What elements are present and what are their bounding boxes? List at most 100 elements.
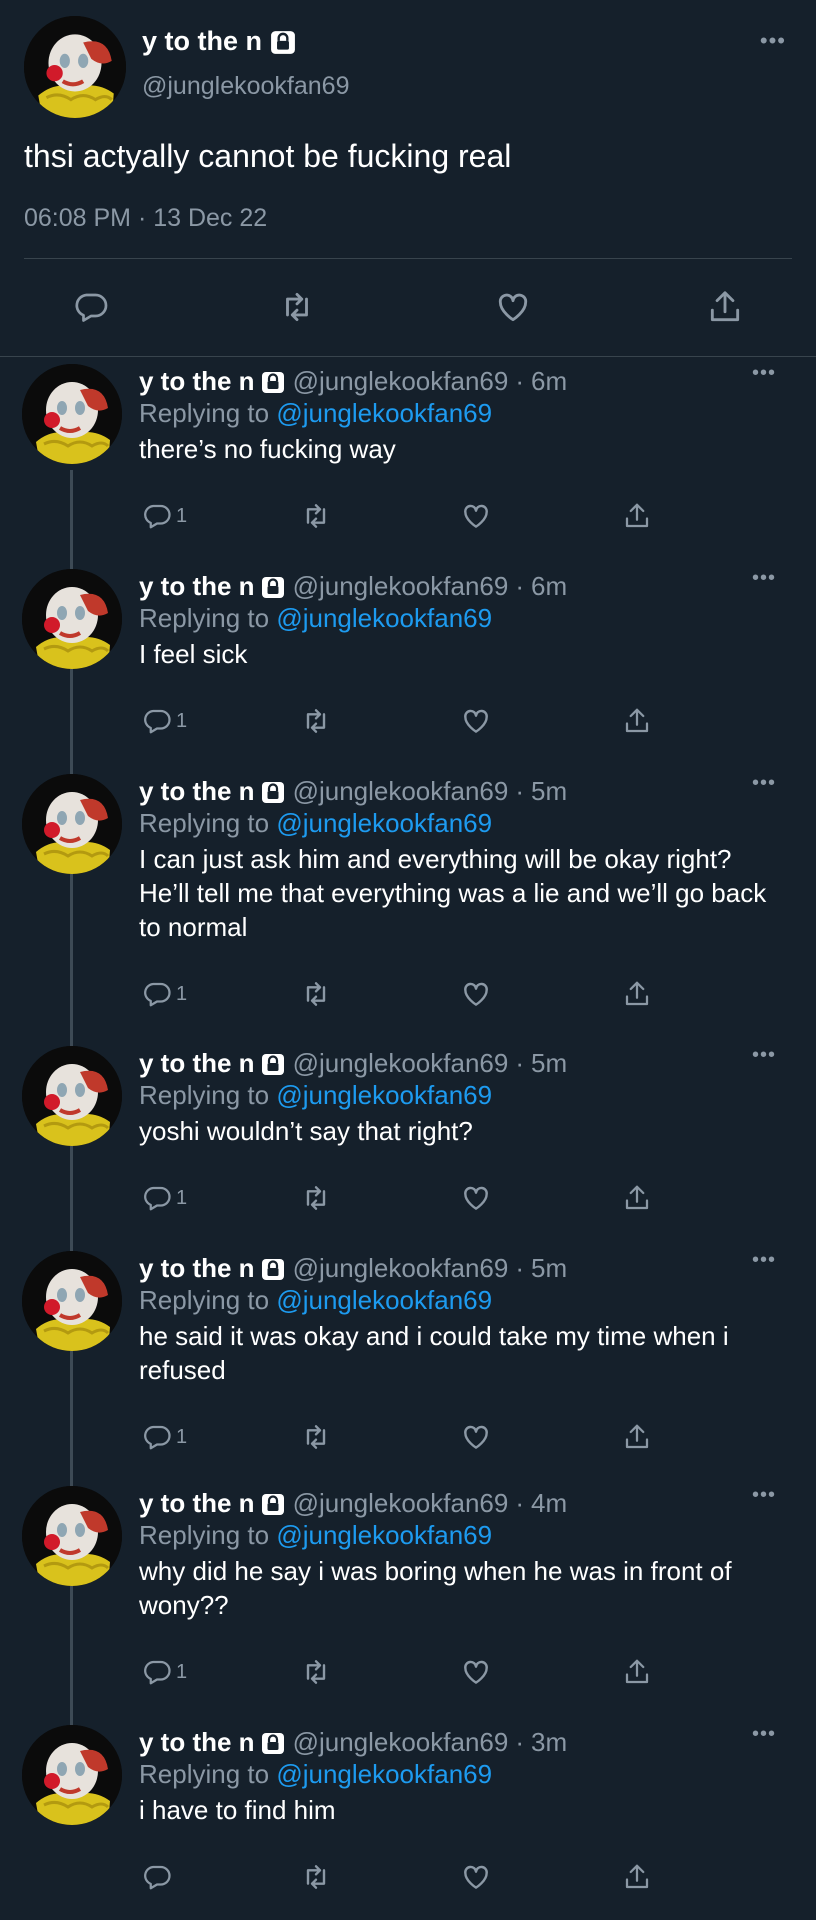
reply-tweet[interactable]: y to the n @junglekookfan69 · 5m ••• Rep… [0, 1243, 816, 1450]
retweet-button[interactable] [300, 1178, 332, 1218]
display-name[interactable]: y to the n [139, 366, 255, 397]
reply-button[interactable]: 1 [142, 1178, 187, 1218]
replying-to: Replying to @junglekookfan69 [139, 1285, 492, 1316]
more-icon[interactable]: ••• [752, 1724, 776, 1744]
more-icon[interactable]: ••• [752, 568, 776, 588]
retweet-button[interactable] [300, 1857, 332, 1897]
share-button[interactable] [622, 1178, 652, 1218]
reply-tweet[interactable]: y to the n @junglekookfan69 · 3m ••• Rep… [0, 1717, 816, 1917]
reply-button[interactable]: 1 [142, 1652, 187, 1692]
clown-avatar-icon [24, 16, 126, 118]
like-button[interactable] [460, 701, 492, 741]
tweet-text: I can just ask him and everything will b… [139, 844, 767, 942]
lock-icon [261, 1731, 285, 1755]
avatar[interactable] [22, 1251, 122, 1351]
retweet-button[interactable] [300, 496, 332, 536]
share-button[interactable] [622, 701, 652, 741]
more-icon[interactable]: ••• [760, 30, 786, 52]
like-button[interactable] [460, 974, 492, 1014]
display-name[interactable]: y to the n [139, 1488, 255, 1519]
more-icon[interactable]: ••• [752, 1045, 776, 1065]
like-button[interactable] [460, 1857, 492, 1897]
handle[interactable]: @junglekookfan69 [293, 776, 509, 807]
avatar[interactable] [22, 364, 122, 464]
replying-to-handle[interactable]: @junglekookfan69 [276, 808, 492, 838]
reply-button[interactable] [142, 1857, 176, 1897]
reply-button[interactable] [66, 282, 116, 332]
timestamp[interactable]: 5m [531, 1048, 567, 1079]
avatar[interactable] [22, 1725, 122, 1825]
like-button[interactable] [460, 496, 492, 536]
replying-to-label: Replying to [139, 1285, 270, 1315]
display-name[interactable]: y to the n [139, 1727, 255, 1758]
handle[interactable]: @junglekookfan69 [293, 1727, 509, 1758]
timestamp[interactable]: 3m [531, 1727, 567, 1758]
reply-button[interactable]: 1 [142, 1417, 187, 1457]
like-button[interactable] [460, 1652, 492, 1692]
more-icon[interactable]: ••• [752, 773, 776, 793]
retweet-button[interactable] [300, 701, 332, 741]
replying-to-handle[interactable]: @junglekookfan69 [276, 398, 492, 428]
reply-tweet[interactable]: y to the n @junglekookfan69 · 5m ••• Rep… [0, 766, 816, 1007]
avatar[interactable] [22, 774, 122, 874]
timestamp[interactable]: 5m [531, 1253, 567, 1284]
share-button[interactable] [622, 1417, 652, 1457]
retweet-icon [306, 709, 326, 733]
timestamp[interactable]: 06:08 PM · 13 Dec 22 [24, 204, 267, 233]
handle[interactable]: @junglekookfan69 [293, 1253, 509, 1284]
reply-button[interactable]: 1 [142, 974, 187, 1014]
retweet-button[interactable] [300, 1417, 332, 1457]
replying-to-handle[interactable]: @junglekookfan69 [276, 603, 492, 633]
lock-icon [270, 29, 296, 55]
avatar[interactable] [22, 1046, 122, 1146]
handle[interactable]: @junglekookfan69 [293, 571, 509, 602]
replying-to: Replying to @junglekookfan69 [139, 398, 492, 429]
timestamp[interactable]: 5m [531, 776, 567, 807]
avatar[interactable] [22, 1486, 122, 1586]
reply-tweet[interactable]: y to the n @junglekookfan69 · 5m ••• Rep… [0, 1038, 816, 1238]
handle[interactable]: @junglekookfan69 [293, 366, 509, 397]
handle[interactable]: @junglekookfan69 [293, 1488, 509, 1519]
share-icon [625, 1424, 649, 1449]
display-name[interactable]: y to the n [139, 1253, 255, 1284]
replying-to-handle[interactable]: @junglekookfan69 [276, 1520, 492, 1550]
replying-to-handle[interactable]: @junglekookfan69 [276, 1080, 492, 1110]
more-icon[interactable]: ••• [752, 363, 776, 383]
reply-tweet[interactable]: y to the n @junglekookfan69 · 6m ••• Rep… [0, 356, 816, 556]
display-name[interactable]: y to the n [139, 1048, 255, 1079]
reply-button[interactable]: 1 [142, 496, 187, 536]
share-button[interactable] [622, 1857, 652, 1897]
like-button[interactable] [488, 282, 538, 332]
share-button[interactable] [622, 1652, 652, 1692]
timestamp[interactable]: 4m [531, 1488, 567, 1519]
timestamp[interactable]: 6m [531, 571, 567, 602]
reply-icon [144, 1425, 171, 1450]
more-icon[interactable]: ••• [752, 1250, 776, 1270]
timestamp[interactable]: 6m [531, 366, 567, 397]
like-button[interactable] [460, 1178, 492, 1218]
reply-button[interactable]: 1 [142, 701, 187, 741]
replying-to-handle[interactable]: @junglekookfan69 [276, 1759, 492, 1789]
handle[interactable]: @junglekookfan69 [293, 1048, 509, 1079]
reply-tweet[interactable]: y to the n @junglekookfan69 · 6m ••• Rep… [0, 561, 816, 761]
share-button[interactable] [622, 974, 652, 1014]
reply-header: y to the n @junglekookfan69 · 6m [139, 366, 567, 397]
replying-to-handle[interactable]: @junglekookfan69 [276, 1285, 492, 1315]
avatar[interactable] [22, 569, 122, 669]
share-button[interactable] [700, 282, 750, 332]
reply-icon [144, 1186, 171, 1211]
display-name[interactable]: y to the n [142, 26, 296, 57]
reply-tweet[interactable]: y to the n @junglekookfan69 · 4m ••• Rep… [0, 1478, 816, 1685]
display-name[interactable]: y to the n [139, 776, 255, 807]
share-button[interactable] [622, 496, 652, 536]
handle[interactable]: @junglekookfan69 [142, 72, 349, 101]
more-icon[interactable]: ••• [752, 1485, 776, 1505]
retweet-button[interactable] [300, 974, 332, 1014]
separator-dot: · [515, 1488, 525, 1518]
retweet-button[interactable] [300, 1652, 332, 1692]
like-button[interactable] [460, 1417, 492, 1457]
display-name[interactable]: y to the n [139, 571, 255, 602]
separator-dot: · [515, 1048, 525, 1078]
avatar[interactable] [24, 16, 126, 118]
retweet-button[interactable] [272, 282, 322, 332]
